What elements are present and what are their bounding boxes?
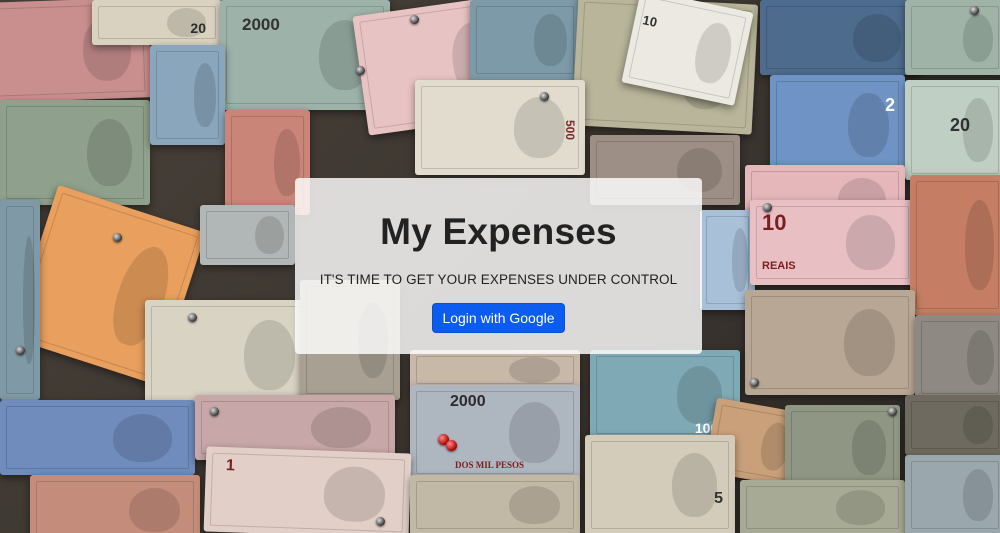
- banknote: [785, 405, 900, 490]
- pushpin-icon: [446, 440, 457, 451]
- banknote: [0, 200, 40, 400]
- banknote: [470, 0, 580, 80]
- pushpin-icon: [16, 346, 25, 355]
- banknote-label: DOS MIL PESOS: [455, 460, 525, 470]
- banknote: 500: [415, 80, 585, 175]
- pushpin-icon: [376, 517, 385, 526]
- pushpin-icon: [763, 203, 772, 212]
- banknote-label: 500: [563, 120, 577, 141]
- banknote: [905, 0, 1000, 75]
- banknote: 5: [585, 435, 735, 533]
- banknote-label: 2000: [242, 15, 280, 34]
- banknote: [410, 350, 580, 390]
- pushpin-icon: [750, 378, 759, 387]
- hero-card: My Expenses IT'S TIME TO GET YOUR EXPENS…: [295, 178, 702, 354]
- banknote: 20: [92, 0, 222, 45]
- banknote: 2: [770, 75, 905, 175]
- banknote: [0, 100, 150, 205]
- banknote: [150, 45, 225, 145]
- banknote: [0, 400, 195, 475]
- banknote: 2000 DOS MIL PESOS: [410, 385, 580, 480]
- banknote-label: 2000: [450, 393, 486, 410]
- banknote: [145, 300, 315, 410]
- banknote-label: 20: [950, 115, 971, 135]
- pushpin-icon: [540, 92, 549, 101]
- pushpin-icon: [410, 15, 419, 24]
- banknote-label: REAIS: [762, 260, 796, 272]
- banknote: [760, 0, 920, 75]
- banknote-label: 2: [884, 95, 895, 115]
- pushpin-icon: [188, 313, 197, 322]
- banknote: 20: [905, 80, 1000, 180]
- banknote-label: 1: [225, 457, 236, 475]
- login-with-google-button[interactable]: Login with Google: [432, 303, 565, 333]
- banknote-label: 10: [762, 210, 787, 235]
- pushpin-icon: [356, 66, 365, 75]
- banknote: 10 REAIS: [750, 200, 915, 285]
- page-title: My Expenses: [380, 211, 617, 252]
- pushpin-icon: [888, 407, 897, 416]
- tagline: IT'S TIME TO GET YOUR EXPENSES UNDER CON…: [319, 272, 678, 287]
- banknote: [910, 175, 1000, 315]
- pushpin-icon: [970, 6, 979, 15]
- pushpin-icon: [113, 233, 122, 242]
- banknote: [915, 315, 1000, 400]
- pushpin-icon: [210, 407, 219, 416]
- banknote: [200, 205, 295, 265]
- banknote: [745, 290, 915, 395]
- banknote: [905, 455, 1000, 533]
- banknote-label: 5: [714, 490, 723, 507]
- banknote: [30, 475, 200, 533]
- banknote: [410, 475, 580, 533]
- banknote: [740, 480, 905, 533]
- banknote-label: 20: [190, 20, 206, 36]
- banknote-label: 10: [641, 12, 659, 30]
- banknote: [905, 395, 1000, 455]
